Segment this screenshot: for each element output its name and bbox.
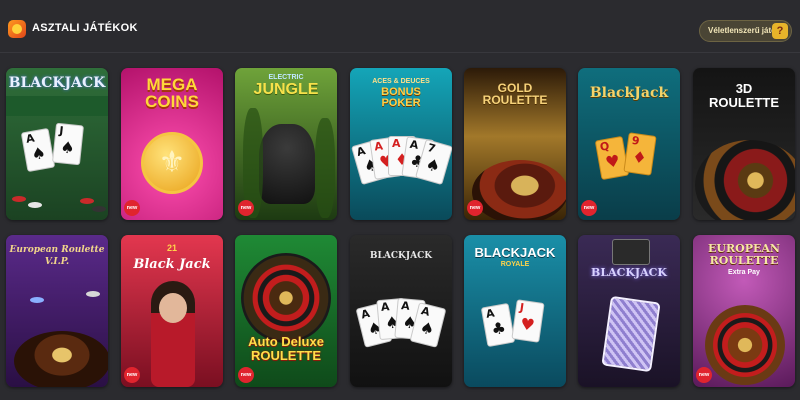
- new-badge: new: [581, 200, 597, 216]
- game-tile-3d-roulette[interactable]: 3D ROULETTE: [693, 68, 795, 220]
- game-title: MEGA COINS: [145, 75, 199, 111]
- roulette-wheel-icon: [14, 331, 108, 387]
- game-tile-mega-coins[interactable]: MEGA COINS ⚜ new: [121, 68, 223, 220]
- game-subtitle: ELECTRIC: [268, 74, 304, 81]
- random-game-label: Véletlenszerű játék: [708, 26, 781, 35]
- roulette-wheel-icon: [705, 305, 785, 385]
- game-title: BONUS POKER: [381, 86, 421, 109]
- playing-card: J ♥: [511, 299, 545, 343]
- game-tile-european-roulette-vip[interactable]: European Roulette V.I.P.: [6, 235, 108, 387]
- game-tile-blackjack-deck[interactable]: BLACKJACK: [578, 235, 680, 387]
- new-badge: new: [696, 367, 712, 383]
- card-deck-icon: [601, 295, 661, 373]
- game-tile-blackjack-classic[interactable]: BlackJack Q ♥ 9 ♦ new: [578, 68, 680, 220]
- game-tile-blackjack-spades[interactable]: BLACKJACK A ♠ A ♠ A ♠ A ♠: [350, 235, 452, 387]
- new-badge: new: [238, 200, 254, 216]
- playing-card: J ♠: [51, 122, 85, 166]
- game-subtitle: 21: [166, 243, 177, 253]
- game-title: BLACKJACK: [591, 266, 667, 279]
- game-title: GOLD ROULETTE: [482, 81, 548, 107]
- playing-card: 9 ♦: [623, 132, 657, 176]
- fleur-de-lis-coin-icon: ⚜: [141, 132, 203, 194]
- roulette-wheel-icon: [695, 140, 795, 220]
- game-tile-auto-deluxe-roulette[interactable]: Auto Deluxe ROULETTE new: [235, 235, 337, 387]
- game-tile-blackjack[interactable]: BLACKJACK A ♠ J ♠: [6, 68, 108, 220]
- question-gift-icon: ?: [772, 23, 788, 39]
- playing-card: A ♠: [20, 127, 56, 173]
- new-badge: new: [124, 367, 140, 383]
- roulette-wheel-icon: [241, 253, 331, 343]
- new-badge: new: [124, 200, 140, 216]
- game-tile-electric-jungle[interactable]: ELECTRIC JUNGLE new: [235, 68, 337, 220]
- game-title: BlackJack: [589, 85, 669, 101]
- game-title: JUNGLE: [253, 81, 319, 98]
- game-subtitle: Extra Pay: [728, 269, 760, 276]
- game-tile-bonus-poker[interactable]: ACES & DEUCES BONUS POKER A ♠ A ♥ A ♦ A ♣ 7 ♠: [350, 68, 452, 220]
- game-tile-black-jack-21[interactable]: Black Jack 21 new: [121, 235, 223, 387]
- game-subtitle: V.I.P.: [44, 257, 70, 267]
- game-subtitle: ACES & DEUCES: [372, 78, 430, 85]
- game-tile-european-roulette-extra-pay[interactable]: EUROPEAN ROULETTE Extra Pay new: [693, 235, 795, 387]
- game-tile-gold-roulette[interactable]: GOLD ROULETTE new: [464, 68, 566, 220]
- random-game-button[interactable]: Véletlenszerű játék ?: [699, 20, 792, 42]
- game-title: BLACKJACK: [369, 251, 433, 261]
- gorilla-icon: [259, 124, 315, 204]
- game-title: Black Jack: [133, 257, 211, 272]
- game-title: EUROPEAN ROULETTE: [708, 242, 780, 267]
- game-title: Auto Deluxe ROULETTE: [248, 334, 324, 363]
- playing-card: A ♣: [480, 302, 516, 348]
- new-badge: new: [467, 200, 483, 216]
- top-bar: ASZTALI JÁTÉKOK Véletlenszerű játék ?: [0, 0, 800, 53]
- game-title: 3D ROULETTE: [708, 81, 780, 110]
- game-title: European Roulette: [9, 245, 105, 255]
- playing-card: Q ♥: [594, 135, 630, 181]
- game-subtitle: ROYALE: [500, 261, 530, 268]
- new-badge: new: [238, 367, 254, 383]
- app-logo-icon[interactable]: [8, 20, 26, 38]
- game-tile-blackjack-royale[interactable]: BLACKJACK ROYALE A ♣ J ♥: [464, 235, 566, 387]
- game-title: BLACKJACK: [8, 75, 106, 91]
- game-title: BLACKJACK: [474, 245, 556, 260]
- section-title: ASZTALI JÁTÉKOK: [32, 22, 138, 34]
- roulette-wheel-icon: [472, 160, 566, 220]
